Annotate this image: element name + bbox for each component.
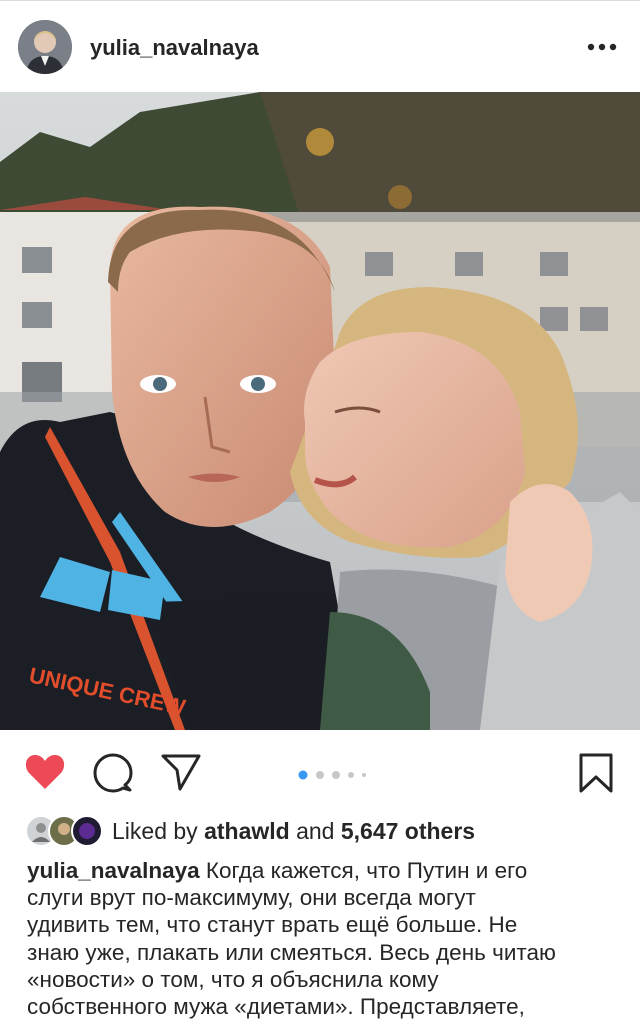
caption-line: собственного мужа «диетами». Представляе… <box>27 994 525 1020</box>
likes-row: Liked by athawld and 5,647 others <box>0 812 640 852</box>
more-dots-icon[interactable] <box>582 29 622 65</box>
avatar[interactable] <box>18 20 72 74</box>
liked-by-user[interactable]: athawld <box>204 818 290 844</box>
liked-by-others[interactable]: 5,647 others <box>341 818 475 844</box>
post-username[interactable]: yulia_navalnaya <box>90 35 259 61</box>
caption-line: «новости» о том, что я объяснила кому <box>27 966 439 992</box>
post-photo[interactable]: UNIQUE CREW <box>0 92 640 730</box>
caption-line: слуги врут по-максимуму, они всегда могу… <box>27 885 476 911</box>
paper-plane-icon[interactable] <box>160 752 202 792</box>
caption-line: знаю уже, плакать или смеяться. Весь ден… <box>27 939 556 965</box>
post-caption: yulia_navalnaya Когда кажется, что Путин… <box>27 857 627 1020</box>
heart-icon[interactable] <box>24 752 66 792</box>
carousel-indicator <box>298 767 378 780</box>
bookmark-icon[interactable] <box>578 752 614 794</box>
post-header: yulia_navalnaya <box>0 0 640 92</box>
liker-avatars[interactable] <box>24 814 104 848</box>
caption-line: yulia_navalnaya Когда кажется, что Путин… <box>27 858 528 883</box>
liked-by-text[interactable]: Liked by athawld and 5,647 others <box>112 818 475 845</box>
caption-line: удивить тем, что станут врать ещё больше… <box>27 912 518 938</box>
comment-bubble-icon[interactable] <box>92 752 134 794</box>
caption-username[interactable]: yulia_navalnaya <box>27 858 200 883</box>
action-bar <box>0 730 640 812</box>
